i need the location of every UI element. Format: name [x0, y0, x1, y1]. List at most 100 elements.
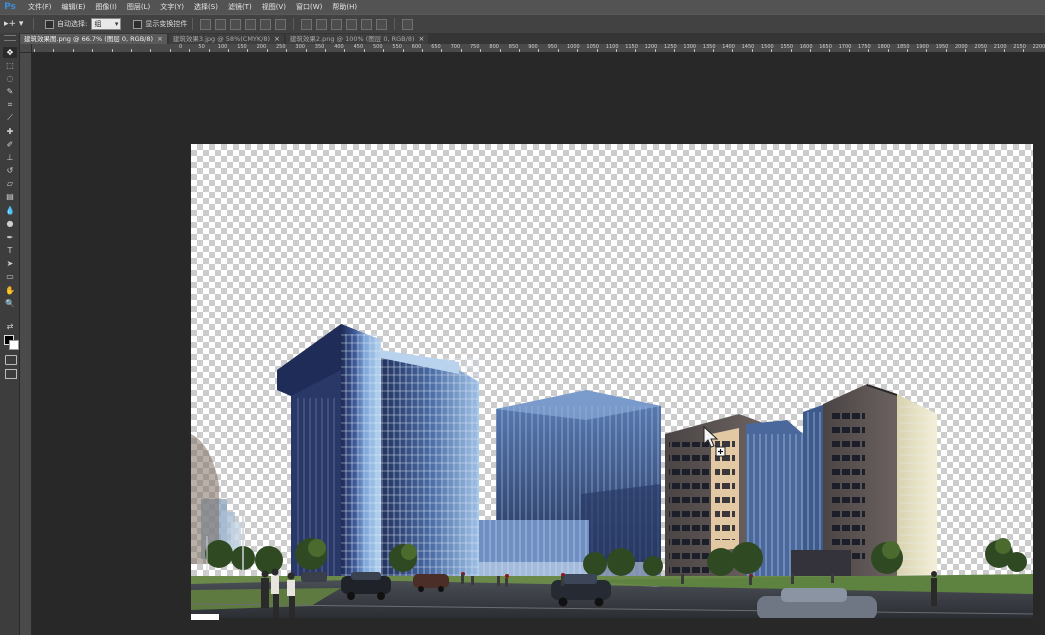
- ruler-tick: [325, 49, 326, 52]
- align-right-icon[interactable]: [275, 18, 287, 30]
- ruler-tick-label: 850: [508, 44, 519, 50]
- distribute-bottom-icon[interactable]: [331, 18, 343, 30]
- menu-type[interactable]: 文字(Y): [155, 0, 189, 14]
- tools-panel: ✥ ⬚ ◌ ✎ ⌗ ⟋ ✚ ✐ ⊥ ↺ ▱ ▤ 💧 ● ✒ T ➤ ▭ ✋ 🔍 ⇄: [0, 33, 20, 635]
- marquee-tool-icon[interactable]: ⬚: [3, 60, 17, 71]
- tab-label: 建筑效果2.png @ 100% (图层 0, RGB/8): [289, 35, 415, 43]
- tab-document-3[interactable]: 建筑效果2.png @ 100% (图层 0, RGB/8) ×: [285, 34, 429, 44]
- menu-image[interactable]: 图像(I): [90, 0, 122, 14]
- ruler-tick-label: 800: [489, 44, 499, 50]
- show-transform-label: 显示变换控件: [145, 20, 188, 28]
- ruler-tick: [402, 49, 404, 52]
- ruler-tick: [984, 49, 986, 52]
- vertical-ruler[interactable]: [20, 53, 32, 635]
- separator: [33, 18, 34, 30]
- dodge-tool-icon[interactable]: ●: [3, 218, 17, 229]
- ruler-tick: [363, 49, 365, 52]
- stamp-tool-icon[interactable]: ⊥: [3, 152, 17, 163]
- crop-tool-icon[interactable]: ⌗: [3, 99, 17, 110]
- ruler-tick-label: 250: [276, 44, 286, 50]
- eyedropper-tool-icon[interactable]: ⟋: [3, 112, 17, 123]
- distribute-right-icon[interactable]: [376, 18, 388, 30]
- zoom-tool-icon[interactable]: 🔍: [3, 298, 17, 309]
- healing-tool-icon[interactable]: ✚: [3, 126, 17, 137]
- align-top-icon[interactable]: [200, 18, 212, 30]
- menu-help[interactable]: 帮助(H): [327, 0, 362, 14]
- ruler-tick: [499, 49, 501, 52]
- separator: [394, 18, 396, 30]
- distribute-top-icon[interactable]: [301, 18, 313, 30]
- eraser-tool-icon[interactable]: ▱: [3, 178, 17, 189]
- menu-bar: Ps 文件(F) 编辑(E) 图像(I) 图层(L) 文字(Y) 选择(S) 滤…: [0, 0, 1045, 14]
- screen-mode-icon[interactable]: [5, 369, 17, 379]
- tab-document-2[interactable]: 建筑效果3.jpg @ 58%(CMYK/8) ×: [168, 34, 284, 44]
- distribute-left-icon[interactable]: [346, 18, 358, 30]
- tab-document-1[interactable]: 建筑效果图.png @ 66.7% (图层 0, RGB/8) ×: [20, 34, 167, 44]
- ruler-tick: [150, 49, 152, 52]
- ruler-tick: [810, 49, 811, 52]
- ruler-tick-label: 500: [373, 44, 383, 50]
- menu-view[interactable]: 视图(V): [257, 0, 291, 14]
- close-icon[interactable]: ×: [419, 34, 425, 44]
- brush-tool-icon[interactable]: ✐: [3, 139, 17, 150]
- shape-tool-icon[interactable]: ▭: [3, 271, 17, 282]
- distribute-vcenter-icon[interactable]: [316, 18, 328, 30]
- gradient-tool-icon[interactable]: ▤: [3, 191, 17, 202]
- tool-preset-picker[interactable]: ▸+ ▾: [4, 17, 28, 31]
- ruler-tick: [693, 49, 695, 52]
- close-icon[interactable]: ×: [157, 34, 163, 44]
- menu-filter[interactable]: 滤镜(T): [223, 0, 257, 14]
- ruler-tick-label: 750: [470, 44, 480, 50]
- close-icon[interactable]: ×: [274, 34, 280, 44]
- document-tab-bar: 建筑效果图.png @ 66.7% (图层 0, RGB/8) × 建筑效果3.…: [20, 33, 1045, 44]
- separator: [293, 18, 295, 30]
- quick-select-tool-icon[interactable]: ✎: [3, 86, 17, 97]
- selection-fragment: [191, 614, 219, 620]
- ruler-tick-label: 350: [314, 44, 325, 50]
- horizontal-ruler[interactable]: 0 50 100 150 200 250 300 350 400 450 500 550 600 650 7…: [32, 44, 1045, 53]
- pen-tool-icon[interactable]: ✒: [3, 232, 17, 243]
- swap-colors-icon[interactable]: ⇄: [3, 321, 17, 332]
- ruler-tick: [713, 49, 714, 52]
- document-canvas[interactable]: [191, 144, 1033, 618]
- ruler-tick: [208, 49, 210, 52]
- menu-file[interactable]: 文件(F): [23, 0, 57, 14]
- menu-window[interactable]: 窗口(W): [291, 0, 327, 14]
- ruler-tick-label: 950: [547, 44, 558, 50]
- align-bottom-icon[interactable]: [230, 18, 242, 30]
- ruler-tick: [53, 49, 55, 52]
- menu-layer[interactable]: 图层(L): [122, 0, 155, 14]
- align-hcenter-icon[interactable]: [260, 18, 272, 30]
- auto-select-dropdown[interactable]: 组: [91, 18, 122, 30]
- ruler-tick: [538, 49, 540, 52]
- ruler-tick: [286, 49, 288, 52]
- show-transform-checkbox[interactable]: [133, 19, 143, 29]
- ruler-origin[interactable]: [20, 44, 32, 53]
- ruler-tick: [596, 49, 598, 52]
- menu-select[interactable]: 选择(S): [189, 0, 223, 14]
- tab-label: 建筑效果3.jpg @ 58%(CMYK/8): [172, 35, 271, 43]
- photoshop-logo: Ps: [4, 1, 16, 12]
- lasso-tool-icon[interactable]: ◌: [3, 73, 17, 84]
- auto-select-checkbox[interactable]: [45, 19, 54, 29]
- canvas-workspace[interactable]: [33, 54, 1045, 635]
- move-tool-icon[interactable]: ✥: [3, 47, 17, 58]
- ruler-tick: [344, 49, 346, 52]
- hand-tool-icon[interactable]: ✋: [3, 285, 17, 296]
- type-tool-icon[interactable]: T: [3, 245, 17, 256]
- path-select-tool-icon[interactable]: ➤: [3, 258, 17, 269]
- ruler-tick-label: 100: [217, 44, 228, 50]
- ruler-tick: [189, 49, 191, 52]
- align-left-icon[interactable]: [245, 18, 257, 30]
- align-vcenter-icon[interactable]: [215, 18, 227, 30]
- panel-grip[interactable]: [4, 35, 16, 41]
- auto-align-icon[interactable]: [402, 18, 414, 30]
- background-color-swatch[interactable]: [9, 340, 19, 350]
- history-brush-tool-icon[interactable]: ↺: [3, 165, 17, 176]
- menu-edit[interactable]: 编辑(E): [57, 0, 91, 14]
- ruler-tick-label: 2200: [1032, 44, 1045, 50]
- distribute-hcenter-icon[interactable]: [361, 18, 373, 30]
- blur-tool-icon[interactable]: 💧: [3, 205, 17, 216]
- ruler-tick: [751, 49, 753, 52]
- quick-mask-icon[interactable]: [5, 355, 17, 365]
